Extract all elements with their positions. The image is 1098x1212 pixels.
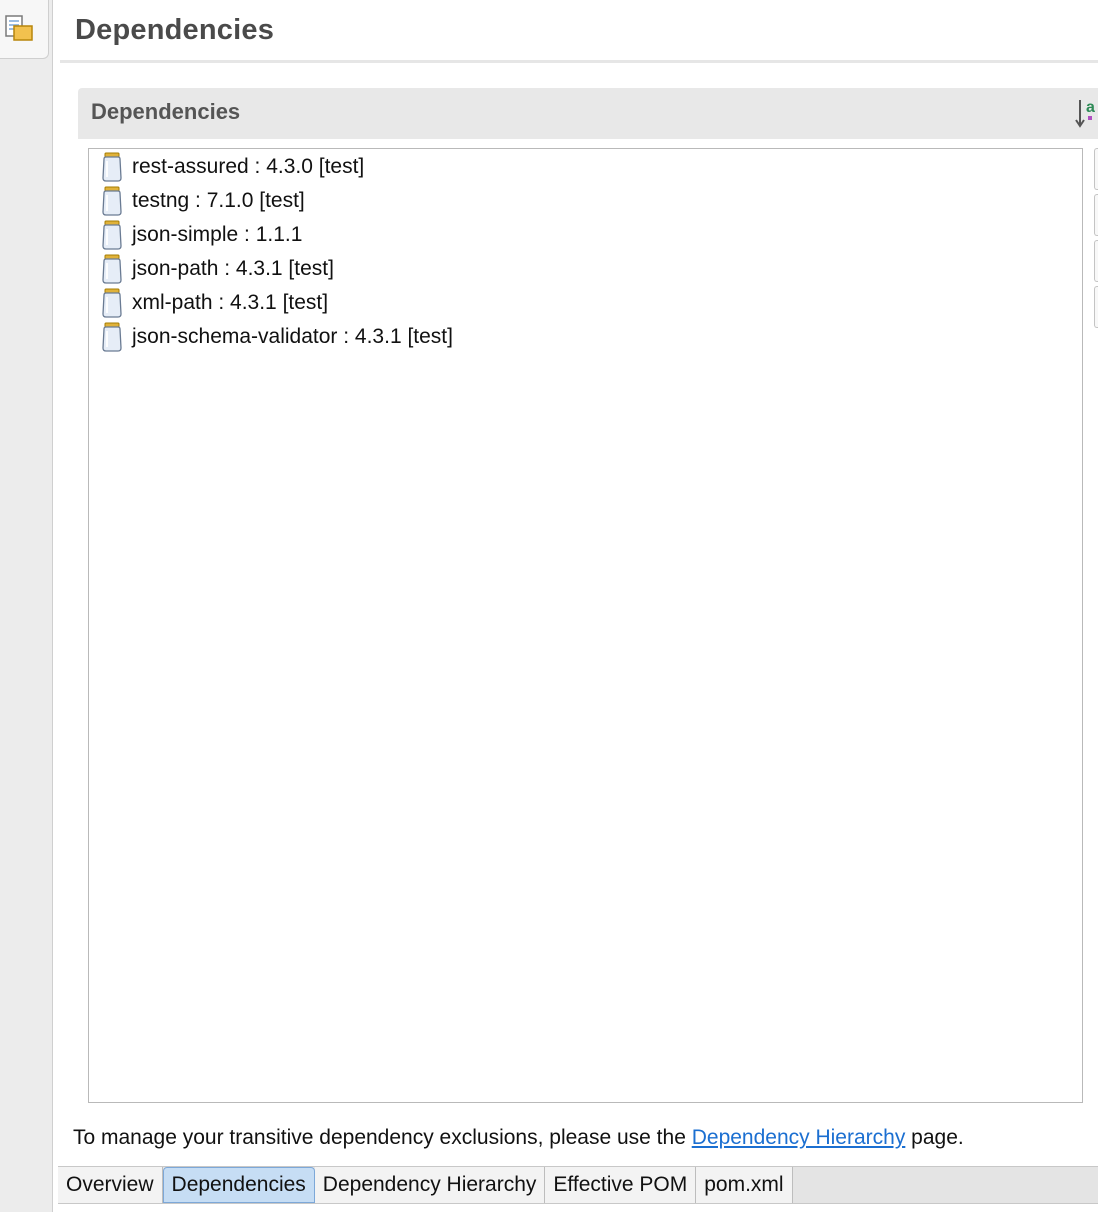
info-suffix: page. <box>905 1126 964 1149</box>
jar-icon <box>102 220 122 250</box>
pom-editor: Dependencies Dependencies a rest-assured… <box>0 0 1098 1212</box>
tab-dependencies[interactable]: Dependencies <box>162 1167 315 1203</box>
dependency-list[interactable]: rest-assured : 4.3.0 [test] testng : 7.1.… <box>88 148 1083 1103</box>
dependency-item[interactable]: json-simple : 1.1.1 <box>101 218 302 252</box>
dependency-label: xml-path : 4.3.1 [test] <box>132 291 329 314</box>
tab-effective-pom[interactable]: Effective POM <box>545 1167 697 1203</box>
dependency-label: json-schema-validator : 4.3.1 [test] <box>132 325 453 348</box>
dependencies-section-header: Dependencies a <box>78 88 1098 139</box>
dependency-label: json-simple : 1.1.1 <box>132 223 303 246</box>
dependency-label: testng : 7.1.0 [test] <box>132 189 305 212</box>
page-title: Dependencies <box>75 14 275 46</box>
dependency-item[interactable]: rest-assured : 4.3.0 [test] <box>101 150 364 184</box>
svg-text:a: a <box>1086 99 1095 116</box>
tab-pom-xml[interactable]: pom.xml <box>696 1167 793 1203</box>
tab-dependency-hierarchy[interactable]: Dependency Hierarchy <box>314 1167 546 1203</box>
dependency-hierarchy-link[interactable]: Dependency Hierarchy <box>692 1126 906 1149</box>
transitive-exclusions-note: To manage your transitive dependency exc… <box>73 1126 964 1150</box>
jar-icon <box>102 288 122 318</box>
info-prefix: To manage your transitive dependency exc… <box>73 1126 692 1149</box>
jar-icon <box>102 322 122 352</box>
jar-icon <box>102 152 122 182</box>
left-gutter <box>0 0 53 1212</box>
remove-button[interactable] <box>1094 194 1098 236</box>
tab-overview[interactable]: Overview <box>58 1167 163 1203</box>
section-title: Dependencies <box>91 99 241 124</box>
jar-icon <box>102 254 122 284</box>
pom-file-icon <box>5 15 33 41</box>
properties-button[interactable] <box>1094 240 1098 282</box>
editor-tab-handle[interactable] <box>0 0 49 59</box>
add-button[interactable] <box>1094 148 1098 190</box>
jar-icon <box>102 186 122 216</box>
dependency-item[interactable]: json-schema-validator : 4.3.1 [test] <box>101 320 453 354</box>
dependency-label: json-path : 4.3.1 [test] <box>132 257 334 280</box>
editor-page-tabs: Overview Dependencies Dependency Hierarchy… <box>58 1166 1098 1204</box>
dependency-item[interactable]: xml-path : 4.3.1 [test] <box>101 286 328 320</box>
sort-alphabetical-icon[interactable]: a <box>1074 96 1098 130</box>
dependency-label: rest-assured : 4.3.0 [test] <box>132 155 365 178</box>
manage-button[interactable] <box>1094 286 1098 328</box>
dependency-item[interactable]: json-path : 4.3.1 [test] <box>101 252 334 286</box>
title-divider <box>60 60 1098 63</box>
dependency-item[interactable]: testng : 7.1.0 [test] <box>101 184 305 218</box>
